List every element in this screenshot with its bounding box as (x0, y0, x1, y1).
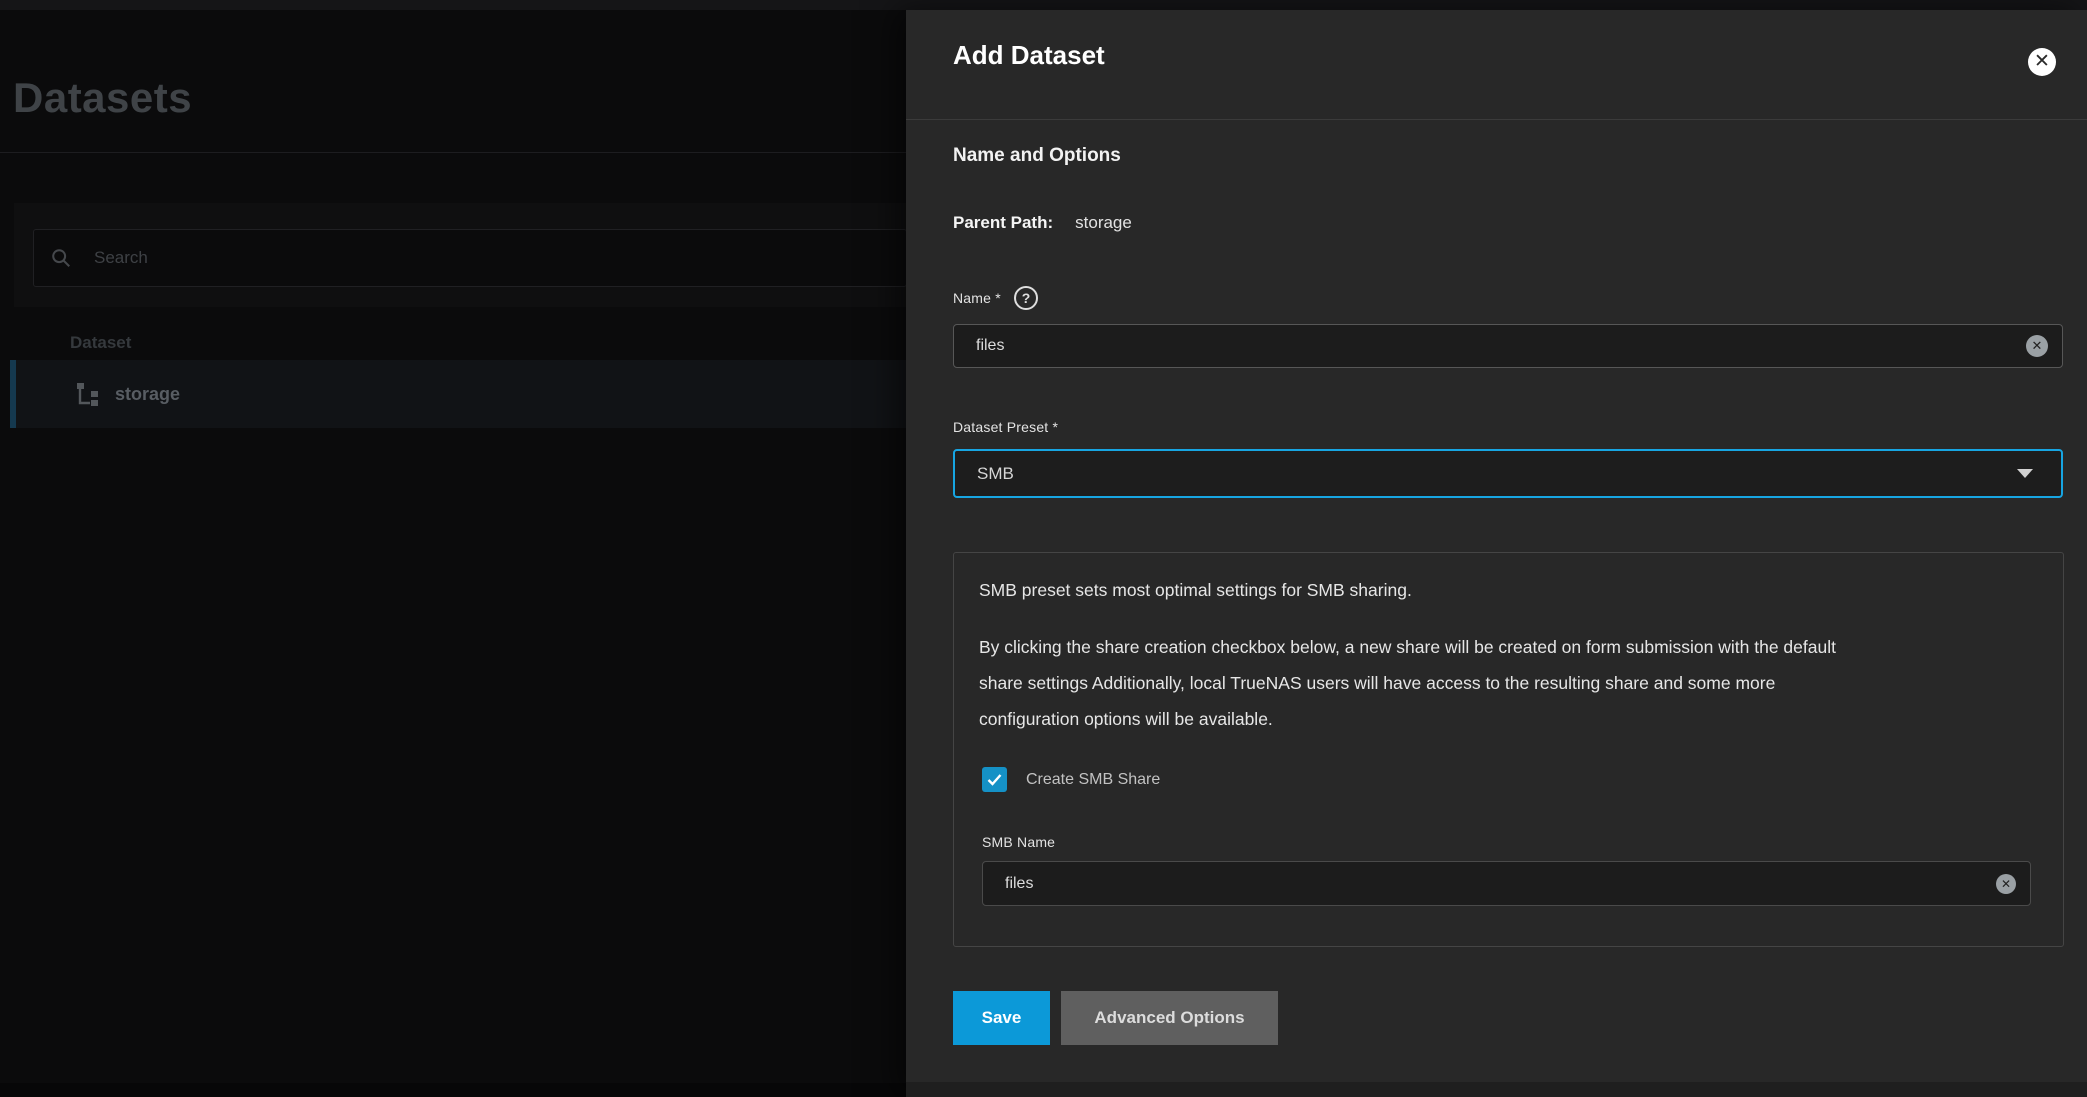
dataset-row-label: storage (115, 384, 180, 405)
create-smb-share-checkbox[interactable] (982, 767, 1007, 792)
search-placeholder: Search (94, 248, 148, 268)
parent-path-label: Parent Path: (953, 213, 1053, 232)
dataset-search-field[interactable]: Search (33, 229, 907, 287)
dataset-tree-icon (73, 379, 103, 409)
info-paragraph-1: SMB preset sets most optimal settings fo… (979, 580, 1412, 601)
info-paragraph-2-line-2: share settings Additionally, local TrueN… (979, 673, 1775, 694)
preset-selected-value: SMB (955, 464, 2017, 484)
name-field-label: Name * (953, 290, 1001, 306)
panel-title: Add Dataset (953, 40, 1105, 71)
help-icon[interactable]: ? (1014, 286, 1038, 310)
dataset-row-storage[interactable]: storage (10, 360, 906, 428)
smb-name-field-label: SMB Name (982, 834, 1055, 850)
smb-name-input-wrapper: ✕ (982, 861, 2031, 906)
chevron-down-icon (2017, 469, 2033, 478)
name-input-wrapper: ✕ (953, 324, 2063, 368)
save-button[interactable]: Save (953, 991, 1050, 1045)
page-bottom-strip (0, 1083, 906, 1097)
name-input[interactable] (954, 337, 2026, 355)
section-heading: Name and Options (953, 145, 1121, 167)
name-clear-icon[interactable]: ✕ (2026, 335, 2048, 357)
search-icon (50, 247, 72, 269)
page-title: Datasets (13, 74, 192, 122)
parent-path-row: Parent Path: storage (953, 213, 1132, 233)
info-paragraph-2-line-1: By clicking the share creation checkbox … (979, 637, 1836, 658)
create-smb-share-label: Create SMB Share (1026, 771, 1160, 789)
preset-field-label: Dataset Preset * (953, 419, 1058, 435)
top-nav-strip (0, 0, 2087, 10)
screen: Datasets Search Dataset storage Add Data… (0, 0, 2087, 1097)
parent-path-value: storage (1075, 213, 1132, 232)
smb-name-input[interactable] (983, 875, 1996, 893)
close-icon: ✕ (2034, 52, 2050, 71)
info-paragraph-2-line-3: configuration options will be available. (979, 709, 1273, 730)
close-button[interactable]: ✕ (2028, 48, 2056, 76)
header-divider (0, 152, 906, 153)
advanced-options-button[interactable]: Advanced Options (1061, 991, 1278, 1045)
dataset-preset-select[interactable]: SMB (953, 449, 2063, 498)
smb-name-clear-icon[interactable]: ✕ (1996, 874, 2016, 894)
add-dataset-panel: Add Dataset ✕ Name and Options Parent Pa… (906, 10, 2087, 1097)
selected-row-indicator (10, 360, 16, 428)
panel-header-divider (906, 119, 2087, 120)
panel-bottom-strip (906, 1082, 2087, 1097)
column-header-dataset: Dataset (70, 333, 131, 353)
checkmark-icon (986, 771, 1003, 788)
create-smb-share-checkbox-row[interactable]: Create SMB Share (982, 767, 1160, 792)
smb-preset-info-box: SMB preset sets most optimal settings fo… (953, 552, 2064, 947)
